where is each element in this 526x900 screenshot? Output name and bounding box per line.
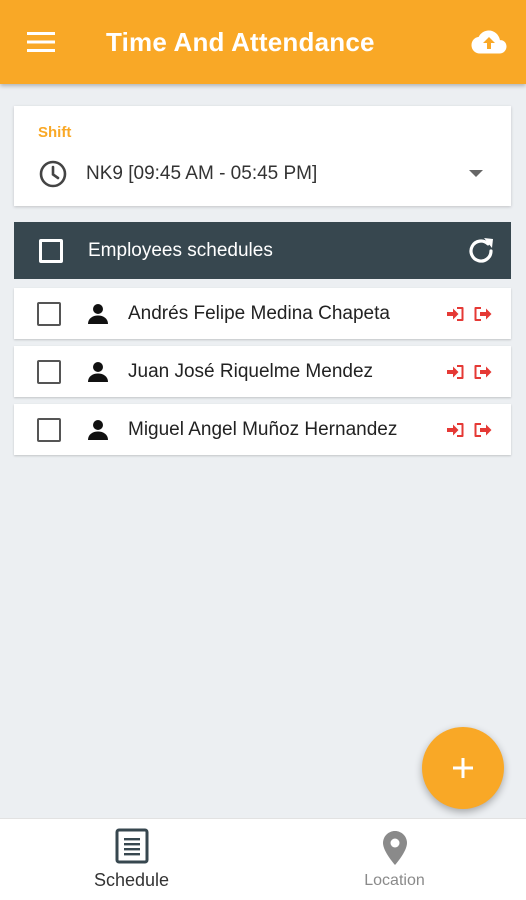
location-pin-icon — [382, 830, 407, 865]
schedules-header-label: Employees schedules — [88, 239, 273, 261]
refresh-icon — [469, 237, 493, 263]
employee-row: Juan José Riquelme Mendez — [14, 346, 511, 397]
check-in-icon[interactable] — [441, 306, 469, 322]
person-icon — [84, 419, 112, 441]
tab-schedule[interactable]: Schedule — [0, 819, 263, 900]
clock-icon — [36, 157, 70, 191]
schedules-header: Employees schedules — [14, 222, 511, 279]
menu-icon — [27, 32, 55, 52]
tab-schedule-label: Schedule — [93, 870, 170, 890]
shift-card: Shift NK9 [09:45 AM - 05:45 PM] — [14, 106, 511, 206]
app-bar: Time And Attendance — [0, 0, 526, 84]
employee-checkbox[interactable] — [14, 301, 84, 326]
refresh-button[interactable] — [451, 235, 511, 267]
plus-icon — [453, 758, 473, 778]
employee-checkbox[interactable] — [14, 417, 84, 442]
schedule-icon — [115, 828, 148, 864]
check-out-icon[interactable] — [469, 422, 497, 438]
employee-checkbox[interactable] — [14, 359, 84, 384]
employee-name: Juan José Riquelme Mendez — [128, 360, 374, 382]
employee-name: Miguel Angel Muñoz Hernandez — [128, 418, 398, 440]
add-button[interactable] — [422, 727, 504, 809]
cloud-upload-icon — [471, 30, 507, 54]
upload-button[interactable] — [452, 0, 526, 84]
bottom-navigation: Schedule Location — [0, 818, 526, 900]
employee-row: Andrés Felipe Medina Chapeta — [14, 288, 511, 339]
chevron-down-icon — [466, 170, 486, 178]
check-out-icon[interactable] — [469, 306, 497, 322]
check-in-icon[interactable] — [441, 364, 469, 380]
shift-selected-value: NK9 [09:45 AM - 05:45 PM] — [86, 163, 318, 184]
check-out-icon[interactable] — [469, 364, 497, 380]
employee-row: Miguel Angel Muñoz Hernandez — [14, 404, 511, 455]
employee-name: Andrés Felipe Medina Chapeta — [128, 302, 390, 324]
select-all-checkbox[interactable] — [14, 238, 88, 263]
check-in-icon[interactable] — [441, 422, 469, 438]
person-icon — [84, 361, 112, 383]
person-icon — [84, 303, 112, 325]
app-title: Time And Attendance — [106, 26, 375, 57]
tab-location-label: Location — [364, 871, 425, 889]
shift-dropdown[interactable]: NK9 [09:45 AM - 05:45 PM] — [36, 154, 486, 194]
tab-location[interactable]: Location — [263, 819, 526, 900]
shift-label: Shift — [38, 124, 72, 141]
menu-button[interactable] — [0, 0, 82, 84]
